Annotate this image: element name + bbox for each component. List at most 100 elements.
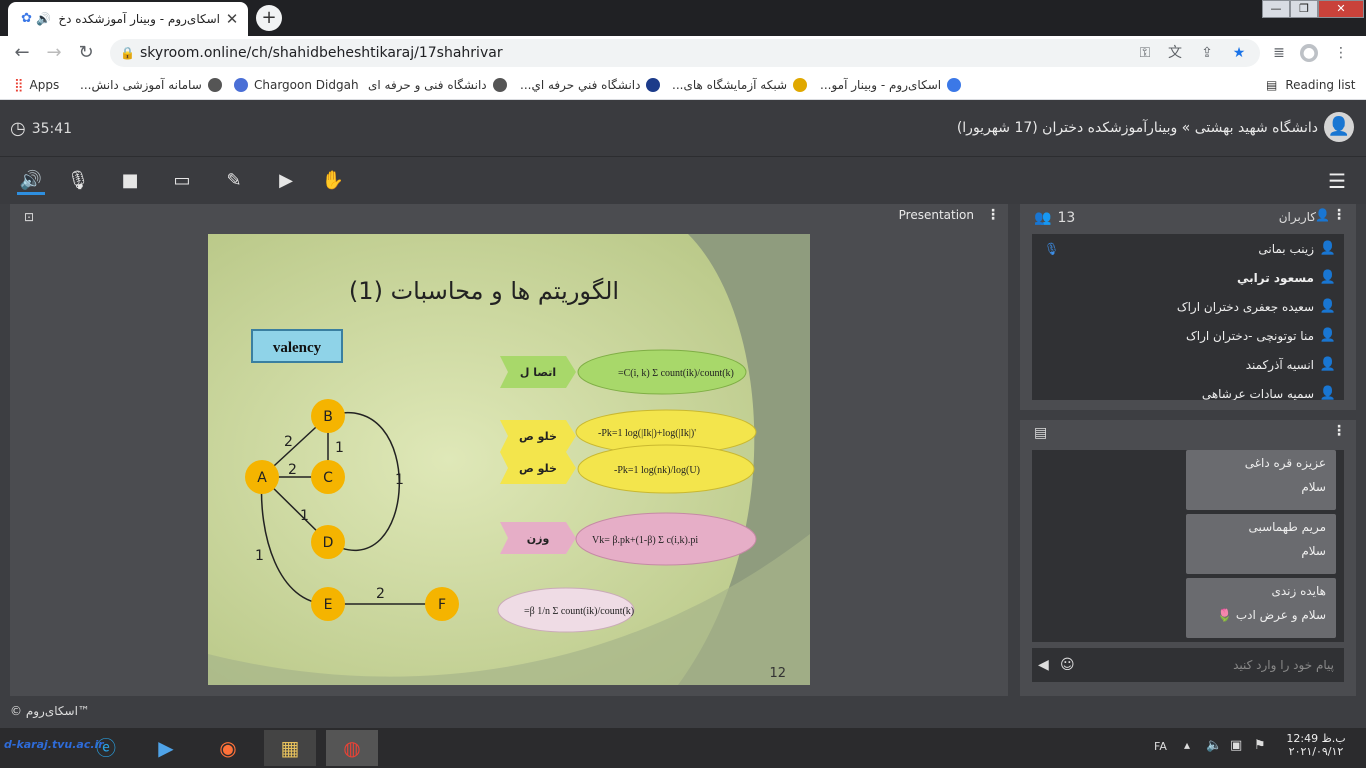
send-icon[interactable]: ◀ bbox=[1038, 648, 1049, 682]
hamburger-menu-icon[interactable]: ☰ bbox=[1328, 169, 1346, 193]
tray-chevron-icon[interactable]: ▴ bbox=[1184, 738, 1190, 752]
user-row[interactable]: 👤 زینب بمانی 🎙 bbox=[1032, 234, 1344, 263]
bookmark-item[interactable]: Chargoon Didgah bbox=[234, 76, 359, 94]
bookmark-item[interactable]: دانشگاه فنی و حرفه ای bbox=[368, 76, 507, 94]
user-row[interactable]: 👤 انسیه آذرکمند bbox=[1032, 350, 1344, 379]
chat-messages: عزیزه قره داغی سلام مریم طهماسبی سلام هاید… bbox=[1032, 450, 1344, 642]
users-group-icon: 👥 bbox=[1034, 210, 1052, 226]
arrow-label-closeness: خلو ص bbox=[519, 462, 557, 475]
mic-muted-icon[interactable]: 🎙 bbox=[64, 167, 92, 195]
valency-label: valency bbox=[273, 340, 322, 356]
formula-weight: Vk= β.pk+(1-β) Σ c(i,k).pi bbox=[592, 535, 698, 546]
language-indicator[interactable]: FA bbox=[1154, 740, 1167, 753]
edge-label: 1 bbox=[300, 508, 309, 524]
chrome-menu-icon[interactable]: ⋮ bbox=[1332, 44, 1350, 62]
minimize-icon[interactable]: — bbox=[1262, 0, 1290, 18]
user-row[interactable]: 👤 سعیده جعفری دختران اراک bbox=[1032, 292, 1344, 321]
presentation-icon[interactable]: ▶ bbox=[272, 167, 300, 195]
chat-icon: ▤ bbox=[1034, 425, 1048, 441]
close-window-icon[interactable]: ✕ bbox=[1318, 0, 1364, 18]
translate-icon[interactable]: 文 bbox=[1166, 44, 1184, 62]
edge-label: 1 bbox=[395, 472, 404, 488]
reading-list-button[interactable]: ▤ Reading list bbox=[1266, 76, 1356, 94]
slide-page-number: 12 bbox=[769, 666, 786, 681]
url-field[interactable]: 🔒 skyroom.online/ch/shahidbeheshtikaraj/… bbox=[110, 39, 1260, 67]
room-title: دانشگاه شهید بهشتی » وبینارآموزشکده دختر… bbox=[956, 120, 1318, 136]
browser-tab[interactable]: ✕ اسکای‌روم - وبینار آموزشکده دخ 🔊 ✿ bbox=[8, 2, 248, 36]
session-timer: ◷ 35:41 bbox=[10, 118, 73, 139]
user-row[interactable]: 👤 سمیه سادات عرشاهی bbox=[1032, 379, 1344, 400]
skyroom-icon bbox=[947, 78, 962, 92]
user-count: 👥 13 bbox=[1034, 210, 1076, 226]
graph-node: C bbox=[323, 470, 333, 486]
clock-icon: ◷ bbox=[10, 118, 26, 139]
raise-hand-icon[interactable]: ✋ bbox=[319, 167, 347, 195]
edge-label: 2 bbox=[376, 586, 385, 602]
whiteboard-brush-icon[interactable]: ✎ bbox=[220, 167, 248, 195]
user-list: 👤 زینب بمانی 🎙 👤 مسعود ترابي 👤 سعیده جعفری د… bbox=[1032, 234, 1344, 400]
speaker-icon[interactable]: 🔊 bbox=[17, 167, 45, 195]
reload-icon[interactable]: ↻ bbox=[76, 43, 96, 63]
bookmark-item[interactable]: اسکای‌روم - وبینار آمو... bbox=[820, 76, 962, 94]
user-icon: 👤 bbox=[1319, 240, 1336, 256]
skyroom-favicon-icon: ✿ bbox=[21, 11, 32, 26]
network-icon[interactable]: ▣ bbox=[1230, 738, 1242, 753]
clock-date: ۲۰۲۱/۰۹/۱۲ bbox=[1288, 745, 1344, 758]
arrow-label-closeness: خلو ص bbox=[519, 430, 557, 443]
tab-audio-icon[interactable]: 🔊 bbox=[36, 12, 51, 26]
globe-icon bbox=[207, 78, 222, 92]
user-row[interactable]: 👤 منا توتونچی -دختران اراک bbox=[1032, 321, 1344, 350]
users-options-icon[interactable]: ⋮ bbox=[1332, 207, 1346, 223]
graph-node: E bbox=[324, 597, 333, 613]
file-explorer-icon[interactable]: ▦ bbox=[264, 730, 316, 766]
edge-label: 2 bbox=[288, 462, 297, 478]
bookmark-item[interactable]: شبکه آزمایشگاه های... bbox=[672, 76, 808, 94]
ie-icon[interactable]: ⓔ bbox=[80, 730, 132, 766]
windows-taskbar: d-karaj.tvu.ac.ir ⓔ ▶ ◉ ▦ ◍ FA ▴ 🔈 ▣ ⚑ 1… bbox=[0, 728, 1366, 768]
firefox-icon[interactable]: ◉ bbox=[202, 730, 254, 766]
user-avatar-icon[interactable]: 👤 bbox=[1324, 112, 1354, 142]
back-icon[interactable]: ← bbox=[12, 43, 32, 63]
share-icon[interactable]: ⇪ bbox=[1198, 44, 1216, 62]
users-panel-title: کاربران bbox=[1278, 210, 1316, 224]
url-text: skyroom.online/ch/shahidbeheshtikaraj/17… bbox=[140, 45, 503, 61]
address-toolbar: ← → ↻ 🔒 skyroom.online/ch/shahidbeheshti… bbox=[0, 36, 1366, 70]
chat-message: عزیزه قره داغی سلام bbox=[1186, 450, 1336, 510]
profile-icon[interactable]: ● bbox=[1300, 44, 1318, 62]
slide-title: الگوریتم ها و محاسبات (1) bbox=[349, 277, 619, 305]
key-icon[interactable]: ⚿ bbox=[1136, 44, 1154, 62]
chrome-icon[interactable]: ◍ bbox=[326, 730, 378, 766]
forward-icon[interactable]: → bbox=[44, 43, 64, 63]
user-row[interactable]: 👤 مسعود ترابي bbox=[1032, 263, 1344, 292]
chat-options-icon[interactable]: ⋮ bbox=[1332, 423, 1346, 439]
arrow-label-weight: وزن bbox=[527, 532, 550, 545]
media-queue-icon[interactable]: ≣ bbox=[1270, 44, 1288, 62]
media-player-icon[interactable]: ▶ bbox=[140, 730, 192, 766]
chargoon-icon bbox=[234, 78, 248, 92]
graph-node: B bbox=[323, 409, 333, 425]
chat-message: مریم طهماسبی سلام bbox=[1186, 514, 1336, 574]
bookmark-apps[interactable]: ⣿ Apps bbox=[14, 76, 59, 94]
graph-node: A bbox=[257, 470, 267, 486]
slide-graphic: الگوریتم ها و محاسبات (1) valency 2 1 2 … bbox=[208, 234, 810, 685]
bookmark-item[interactable]: سامانه آموزشی دانش... bbox=[80, 76, 222, 94]
presentation-options-icon[interactable]: ⋮ bbox=[986, 207, 1000, 223]
present-toggle-icon[interactable]: ⊡ bbox=[24, 210, 34, 224]
active-mic-icon: 🎙 bbox=[1044, 241, 1060, 256]
bookmarks-bar: ⣿ Apps سامانه آموزشی دانش... Chargoon Did… bbox=[0, 70, 1366, 100]
camera-icon[interactable]: ■ bbox=[116, 167, 144, 195]
close-tab-icon[interactable]: ✕ bbox=[224, 10, 240, 28]
emoji-icon[interactable]: ☺ bbox=[1060, 648, 1075, 682]
chat-input[interactable]: پیام خود را وارد کنید ☺ ◀ bbox=[1032, 648, 1344, 682]
lab-network-icon bbox=[793, 78, 808, 92]
volume-icon[interactable]: 🔈 bbox=[1206, 738, 1222, 753]
new-tab-button[interactable]: + bbox=[256, 5, 282, 31]
flag-icon[interactable]: ⚑ bbox=[1254, 738, 1266, 753]
edge-label: 2 bbox=[284, 434, 293, 450]
restore-icon[interactable]: ❐ bbox=[1290, 0, 1318, 18]
bookmark-star-icon[interactable]: ★ bbox=[1230, 44, 1248, 62]
user-icon: 👤 bbox=[1319, 385, 1336, 400]
screen-share-icon[interactable]: ▭ bbox=[168, 167, 196, 195]
clock[interactable]: 12:49 ب.ظ ۲۰۲۱/۰۹/۱۲ bbox=[1286, 732, 1346, 758]
bookmark-item[interactable]: دانشگاه فني حرفه اي... bbox=[520, 76, 661, 94]
